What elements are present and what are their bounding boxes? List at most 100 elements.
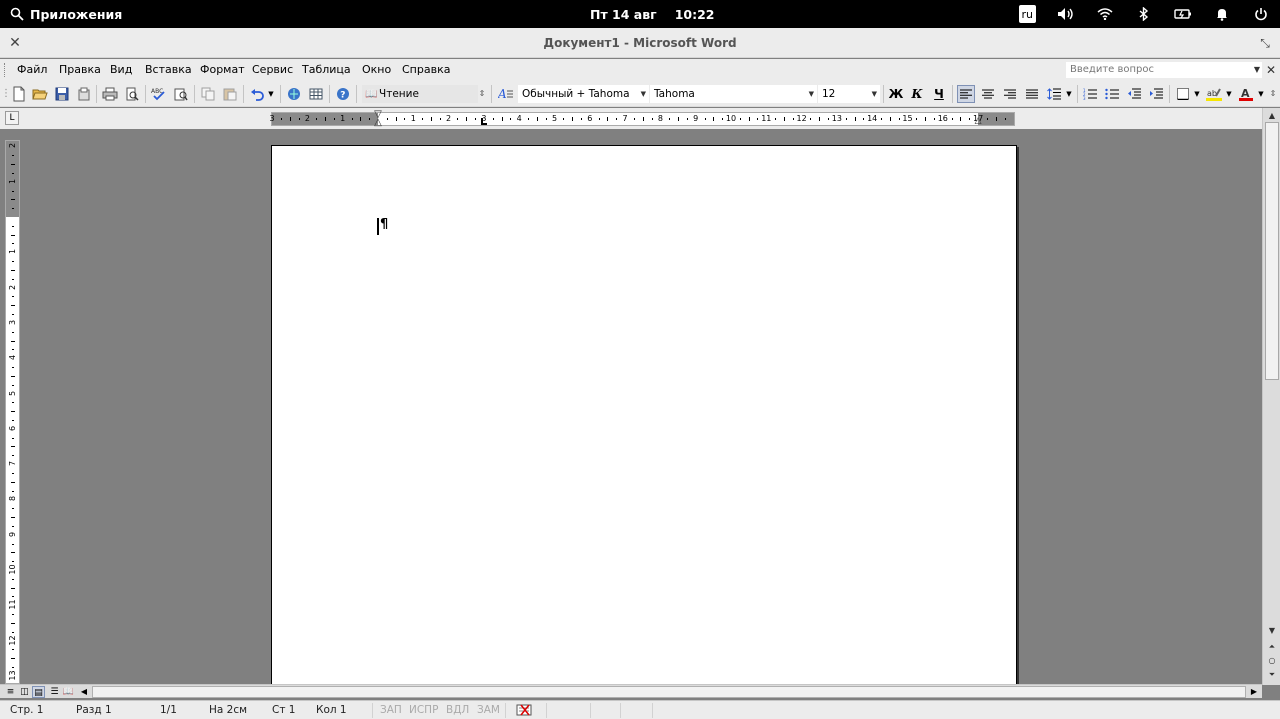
reading-view-icon[interactable]: 📖 [62,686,75,698]
underline-button[interactable]: Ч [930,85,948,103]
ask-question-box[interactable]: Введите вопрос ▼ [1066,62,1262,78]
vertical-scrollbar[interactable]: ▲ ▼ ⏶ ○ ⏷ [1262,108,1280,685]
menu-view[interactable]: Вид [110,59,132,81]
undo-icon[interactable] [248,85,266,103]
save-icon[interactable] [53,85,71,103]
borders-icon[interactable] [1174,85,1192,103]
battery-icon[interactable] [1163,0,1202,28]
line-spacing-dropdown-icon[interactable]: ▼ [1064,85,1074,103]
web-view-icon[interactable]: ◫ [18,686,31,698]
notifications-icon[interactable] [1202,0,1241,28]
print-preview-icon[interactable] [123,85,141,103]
scroll-down-icon[interactable]: ▼ [1265,625,1279,637]
spelling-icon[interactable]: ABC [150,85,168,103]
chevron-down-icon[interactable]: ▼ [1254,62,1260,78]
bold-button[interactable]: Ж [887,85,905,103]
ruler-tick [492,118,494,120]
menu-insert[interactable]: Вставка [145,59,192,81]
style-combo[interactable]: Обычный + Tahoma ▼ [518,85,649,103]
menubar-grip[interactable] [4,63,7,77]
copy-icon[interactable] [199,85,217,103]
status-extend[interactable]: ВДЛ [446,701,469,719]
research-icon[interactable] [172,85,190,103]
menu-format[interactable]: Формат [200,59,245,81]
permission-icon[interactable] [75,85,93,103]
reading-mode-button[interactable]: 📖 Чтение [362,85,478,103]
numbering-icon[interactable]: 123 [1081,85,1099,103]
align-right-icon[interactable] [1001,85,1019,103]
chevron-down-icon[interactable]: ▼ [809,86,814,102]
chevron-down-icon[interactable]: ▼ [641,86,646,102]
italic-button[interactable]: К [908,85,926,103]
print-layout-view-icon[interactable]: ▤ [32,686,45,698]
paste-icon[interactable] [221,85,239,103]
decrease-indent-icon[interactable] [1125,85,1143,103]
previous-page-icon[interactable]: ⏶ [1265,641,1279,653]
scroll-up-icon[interactable]: ▲ [1265,110,1279,122]
style-value: Обычный + Tahoma [522,88,630,100]
spelling-status-icon[interactable] [516,703,534,719]
applications-menu[interactable]: Приложения [10,0,122,28]
toolbar-grip[interactable]: ⋮ [1,85,11,103]
next-page-icon[interactable]: ⏷ [1265,669,1279,681]
insert-table-icon[interactable] [307,85,325,103]
scroll-thumb[interactable] [1265,122,1279,380]
right-indent-marker-icon[interactable]: △ [973,117,983,126]
borders-dropdown-icon[interactable]: ▼ [1192,85,1202,103]
line-spacing-icon[interactable] [1045,85,1063,103]
scroll-left-icon[interactable]: ◀ [78,686,90,698]
tab-stop-marker[interactable] [480,118,487,125]
vertical-ruler[interactable]: 2 1 1 2 3 4 5 6 7 8 9 10 11 12 13 [5,140,20,684]
normal-view-icon[interactable]: ≡ [4,686,17,698]
menu-window[interactable]: Окно [362,59,391,81]
indent-marker-icon[interactable]: ▽ △ [373,110,383,128]
outline-view-icon[interactable]: ☰ [48,686,61,698]
clock[interactable]: Пт 14 авг 10:22 [590,0,714,28]
font-color-icon[interactable]: A [1237,85,1255,103]
keyboard-layout-indicator[interactable]: ru [1018,5,1036,23]
font-color-dropdown-icon[interactable]: ▼ [1256,85,1266,103]
toolbar-options-icon[interactable]: ⇕ [478,85,486,103]
tab-selector[interactable]: L [5,111,19,125]
menu-tools[interactable]: Сервис [252,59,293,81]
toolbar-options-icon[interactable]: ⇕ [1268,85,1278,103]
highlight-icon[interactable]: ab [1205,85,1223,103]
restore-window-icon[interactable]: ⤡ [1258,36,1272,50]
justify-icon[interactable] [1023,85,1041,103]
ruler-tick [960,117,962,121]
scroll-right-icon[interactable]: ▶ [1248,686,1260,698]
ruler-tick [12,437,14,439]
hyperlink-icon[interactable] [285,85,303,103]
wifi-icon[interactable] [1085,0,1124,28]
status-overtype[interactable]: ЗАМ [477,701,500,719]
status-record-macro[interactable]: ЗАП [380,701,402,719]
volume-icon[interactable] [1046,0,1085,28]
horizontal-scroll-track[interactable] [92,686,1246,698]
ruler-number: 2 [446,114,452,123]
menu-help[interactable]: Справка [402,59,450,81]
menu-file[interactable]: Файл [17,59,47,81]
document-page[interactable]: ¶ [271,145,1017,684]
font-size-combo[interactable]: 12 ▼ [818,85,880,103]
browse-object-icon[interactable]: ○ [1265,655,1279,667]
align-left-icon[interactable] [957,85,975,103]
new-document-icon[interactable] [10,85,28,103]
open-icon[interactable] [31,85,49,103]
styles-and-formatting-icon[interactable]: A [497,85,515,103]
align-center-icon[interactable] [979,85,997,103]
bullets-icon[interactable] [1103,85,1121,103]
menu-edit[interactable]: Правка [59,59,101,81]
status-track-changes[interactable]: ИСПР [409,701,438,719]
bluetooth-icon[interactable] [1124,0,1163,28]
close-document-icon[interactable]: ✕ [1266,62,1278,78]
highlight-dropdown-icon[interactable]: ▼ [1224,85,1234,103]
help-icon[interactable]: ? [334,85,352,103]
menu-table[interactable]: Таблица [302,59,351,81]
undo-dropdown-icon[interactable]: ▼ [266,85,276,103]
increase-indent-icon[interactable] [1147,85,1165,103]
horizontal-ruler[interactable]: 3 2 1 1 2 3 4 5 6 7 8 9 10 11 12 13 14 15 16 17 ▽ △ △ [270,110,1015,128]
print-icon[interactable] [101,85,119,103]
chevron-down-icon[interactable]: ▼ [872,86,877,102]
font-combo[interactable]: Tahoma ▼ [650,85,817,103]
power-icon[interactable] [1241,0,1280,28]
